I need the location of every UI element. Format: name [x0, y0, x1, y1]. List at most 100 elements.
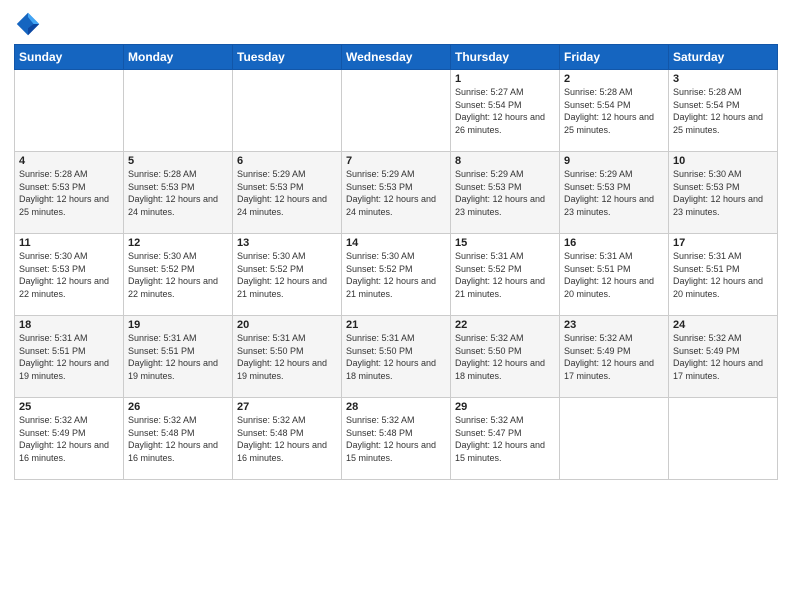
logo-icon: [14, 10, 42, 38]
day-number: 5: [128, 155, 228, 167]
day-number: 28: [346, 401, 446, 413]
day-number: 23: [564, 319, 664, 331]
day-number: 8: [455, 155, 555, 167]
day-info: Sunrise: 5:32 AM Sunset: 5:48 PM Dayligh…: [128, 414, 228, 464]
page: SundayMondayTuesdayWednesdayThursdayFrid…: [0, 0, 792, 490]
day-number: 17: [673, 237, 773, 249]
day-info: Sunrise: 5:32 AM Sunset: 5:47 PM Dayligh…: [455, 414, 555, 464]
day-number: 6: [237, 155, 337, 167]
day-cell: 27 Sunrise: 5:32 AM Sunset: 5:48 PM Dayl…: [233, 398, 342, 480]
day-cell: 17 Sunrise: 5:31 AM Sunset: 5:51 PM Dayl…: [669, 234, 778, 316]
day-info: Sunrise: 5:31 AM Sunset: 5:51 PM Dayligh…: [128, 332, 228, 382]
day-info: Sunrise: 5:30 AM Sunset: 5:53 PM Dayligh…: [19, 250, 119, 300]
day-number: 2: [564, 73, 664, 85]
day-info: Sunrise: 5:28 AM Sunset: 5:54 PM Dayligh…: [673, 86, 773, 136]
week-row-2: 4 Sunrise: 5:28 AM Sunset: 5:53 PM Dayli…: [15, 152, 778, 234]
day-info: Sunrise: 5:29 AM Sunset: 5:53 PM Dayligh…: [455, 168, 555, 218]
day-cell: 10 Sunrise: 5:30 AM Sunset: 5:53 PM Dayl…: [669, 152, 778, 234]
day-cell: 13 Sunrise: 5:30 AM Sunset: 5:52 PM Dayl…: [233, 234, 342, 316]
day-number: 29: [455, 401, 555, 413]
day-info: Sunrise: 5:28 AM Sunset: 5:53 PM Dayligh…: [128, 168, 228, 218]
day-cell: 20 Sunrise: 5:31 AM Sunset: 5:50 PM Dayl…: [233, 316, 342, 398]
day-info: Sunrise: 5:32 AM Sunset: 5:49 PM Dayligh…: [564, 332, 664, 382]
day-info: Sunrise: 5:32 AM Sunset: 5:48 PM Dayligh…: [346, 414, 446, 464]
day-info: Sunrise: 5:31 AM Sunset: 5:52 PM Dayligh…: [455, 250, 555, 300]
col-header-monday: Monday: [124, 45, 233, 70]
day-number: 10: [673, 155, 773, 167]
day-info: Sunrise: 5:28 AM Sunset: 5:54 PM Dayligh…: [564, 86, 664, 136]
col-header-saturday: Saturday: [669, 45, 778, 70]
day-info: Sunrise: 5:30 AM Sunset: 5:52 PM Dayligh…: [346, 250, 446, 300]
day-cell: 9 Sunrise: 5:29 AM Sunset: 5:53 PM Dayli…: [560, 152, 669, 234]
day-info: Sunrise: 5:31 AM Sunset: 5:50 PM Dayligh…: [346, 332, 446, 382]
col-header-sunday: Sunday: [15, 45, 124, 70]
day-number: 21: [346, 319, 446, 331]
day-number: 16: [564, 237, 664, 249]
day-number: 4: [19, 155, 119, 167]
day-number: 26: [128, 401, 228, 413]
day-cell: 6 Sunrise: 5:29 AM Sunset: 5:53 PM Dayli…: [233, 152, 342, 234]
week-row-5: 25 Sunrise: 5:32 AM Sunset: 5:49 PM Dayl…: [15, 398, 778, 480]
day-cell: 21 Sunrise: 5:31 AM Sunset: 5:50 PM Dayl…: [342, 316, 451, 398]
day-cell: 4 Sunrise: 5:28 AM Sunset: 5:53 PM Dayli…: [15, 152, 124, 234]
day-cell: 11 Sunrise: 5:30 AM Sunset: 5:53 PM Dayl…: [15, 234, 124, 316]
week-row-4: 18 Sunrise: 5:31 AM Sunset: 5:51 PM Dayl…: [15, 316, 778, 398]
col-header-tuesday: Tuesday: [233, 45, 342, 70]
day-cell: 1 Sunrise: 5:27 AM Sunset: 5:54 PM Dayli…: [451, 70, 560, 152]
day-cell: 3 Sunrise: 5:28 AM Sunset: 5:54 PM Dayli…: [669, 70, 778, 152]
day-cell: [15, 70, 124, 152]
logo: [14, 10, 46, 38]
day-cell: 24 Sunrise: 5:32 AM Sunset: 5:49 PM Dayl…: [669, 316, 778, 398]
day-cell: 12 Sunrise: 5:30 AM Sunset: 5:52 PM Dayl…: [124, 234, 233, 316]
day-info: Sunrise: 5:31 AM Sunset: 5:51 PM Dayligh…: [564, 250, 664, 300]
day-number: 15: [455, 237, 555, 249]
day-info: Sunrise: 5:32 AM Sunset: 5:49 PM Dayligh…: [19, 414, 119, 464]
day-number: 9: [564, 155, 664, 167]
day-cell: 22 Sunrise: 5:32 AM Sunset: 5:50 PM Dayl…: [451, 316, 560, 398]
day-cell: 26 Sunrise: 5:32 AM Sunset: 5:48 PM Dayl…: [124, 398, 233, 480]
day-number: 22: [455, 319, 555, 331]
header-row: SundayMondayTuesdayWednesdayThursdayFrid…: [15, 45, 778, 70]
col-header-wednesday: Wednesday: [342, 45, 451, 70]
day-cell: 29 Sunrise: 5:32 AM Sunset: 5:47 PM Dayl…: [451, 398, 560, 480]
day-number: 1: [455, 73, 555, 85]
day-number: 24: [673, 319, 773, 331]
day-cell: [342, 70, 451, 152]
day-number: 20: [237, 319, 337, 331]
day-info: Sunrise: 5:31 AM Sunset: 5:50 PM Dayligh…: [237, 332, 337, 382]
day-number: 11: [19, 237, 119, 249]
day-info: Sunrise: 5:32 AM Sunset: 5:48 PM Dayligh…: [237, 414, 337, 464]
day-cell: 18 Sunrise: 5:31 AM Sunset: 5:51 PM Dayl…: [15, 316, 124, 398]
day-number: 13: [237, 237, 337, 249]
week-row-3: 11 Sunrise: 5:30 AM Sunset: 5:53 PM Dayl…: [15, 234, 778, 316]
week-row-1: 1 Sunrise: 5:27 AM Sunset: 5:54 PM Dayli…: [15, 70, 778, 152]
day-info: Sunrise: 5:29 AM Sunset: 5:53 PM Dayligh…: [564, 168, 664, 218]
day-cell: 7 Sunrise: 5:29 AM Sunset: 5:53 PM Dayli…: [342, 152, 451, 234]
day-info: Sunrise: 5:30 AM Sunset: 5:53 PM Dayligh…: [673, 168, 773, 218]
day-number: 27: [237, 401, 337, 413]
day-number: 12: [128, 237, 228, 249]
day-cell: 2 Sunrise: 5:28 AM Sunset: 5:54 PM Dayli…: [560, 70, 669, 152]
day-cell: 8 Sunrise: 5:29 AM Sunset: 5:53 PM Dayli…: [451, 152, 560, 234]
day-info: Sunrise: 5:29 AM Sunset: 5:53 PM Dayligh…: [237, 168, 337, 218]
day-info: Sunrise: 5:30 AM Sunset: 5:52 PM Dayligh…: [237, 250, 337, 300]
day-info: Sunrise: 5:32 AM Sunset: 5:50 PM Dayligh…: [455, 332, 555, 382]
col-header-friday: Friday: [560, 45, 669, 70]
day-cell: 15 Sunrise: 5:31 AM Sunset: 5:52 PM Dayl…: [451, 234, 560, 316]
day-cell: [233, 70, 342, 152]
day-number: 7: [346, 155, 446, 167]
day-cell: [669, 398, 778, 480]
header: [14, 10, 778, 38]
day-cell: 23 Sunrise: 5:32 AM Sunset: 5:49 PM Dayl…: [560, 316, 669, 398]
day-number: 14: [346, 237, 446, 249]
day-cell: 28 Sunrise: 5:32 AM Sunset: 5:48 PM Dayl…: [342, 398, 451, 480]
day-cell: 5 Sunrise: 5:28 AM Sunset: 5:53 PM Dayli…: [124, 152, 233, 234]
day-cell: [560, 398, 669, 480]
calendar-table: SundayMondayTuesdayWednesdayThursdayFrid…: [14, 44, 778, 480]
day-info: Sunrise: 5:30 AM Sunset: 5:52 PM Dayligh…: [128, 250, 228, 300]
day-cell: 25 Sunrise: 5:32 AM Sunset: 5:49 PM Dayl…: [15, 398, 124, 480]
day-number: 18: [19, 319, 119, 331]
day-info: Sunrise: 5:31 AM Sunset: 5:51 PM Dayligh…: [19, 332, 119, 382]
day-number: 3: [673, 73, 773, 85]
day-info: Sunrise: 5:31 AM Sunset: 5:51 PM Dayligh…: [673, 250, 773, 300]
